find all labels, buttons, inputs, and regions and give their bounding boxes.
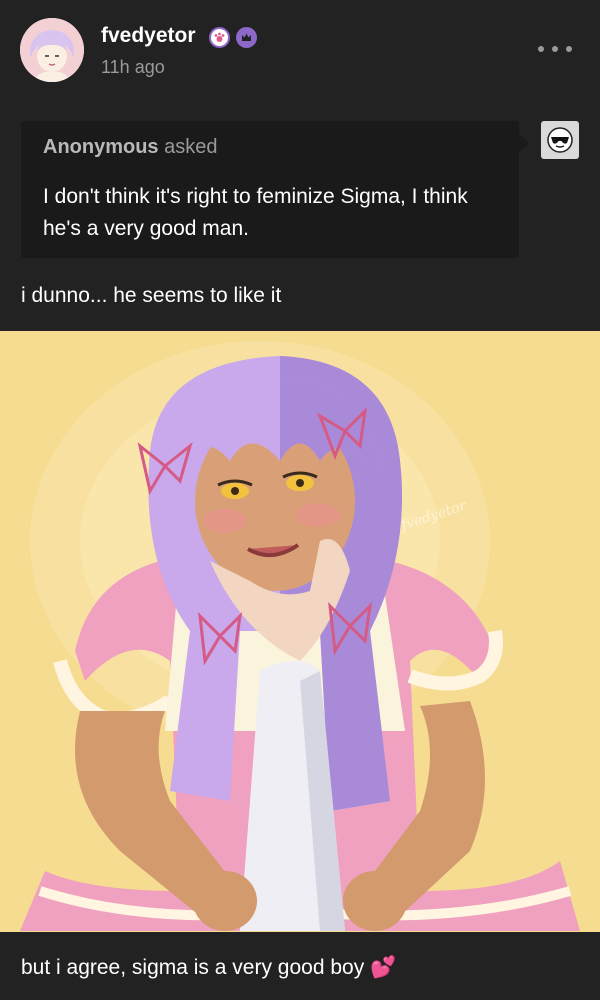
ask-question: I don't think it's right to feminize Sig… (43, 185, 468, 240)
caption-text: but i agree, sigma is a very good boy 💕 (21, 956, 397, 979)
asker-line: Anonymous asked (43, 136, 218, 159)
more-dot (566, 46, 572, 52)
post-header: fvedyetor 11h ago (0, 0, 600, 100)
avatar-illustration (20, 18, 84, 82)
ask-bubble-arrow (519, 134, 529, 152)
ask-bubble: Anonymous asked I don't think it's right… (21, 121, 519, 258)
asked-label: asked (164, 136, 218, 158)
more-dot (538, 46, 544, 52)
more-dot (552, 46, 558, 52)
paw-badge-icon[interactable] (209, 27, 230, 48)
answer-text: i dunno... he seems to like it (21, 284, 282, 307)
artwork-illustration: fvedyetor (0, 331, 600, 932)
sunglasses-icon (541, 121, 579, 159)
artwork-image[interactable]: fvedyetor (0, 331, 600, 932)
more-options-icon[interactable] (538, 36, 572, 62)
crown-badge-icon[interactable] (236, 27, 257, 48)
asker-name: Anonymous (43, 136, 159, 158)
username-link[interactable]: fvedyetor (101, 24, 196, 48)
profile-avatar[interactable] (20, 18, 84, 82)
post-timestamp: 11h ago (101, 57, 165, 77)
